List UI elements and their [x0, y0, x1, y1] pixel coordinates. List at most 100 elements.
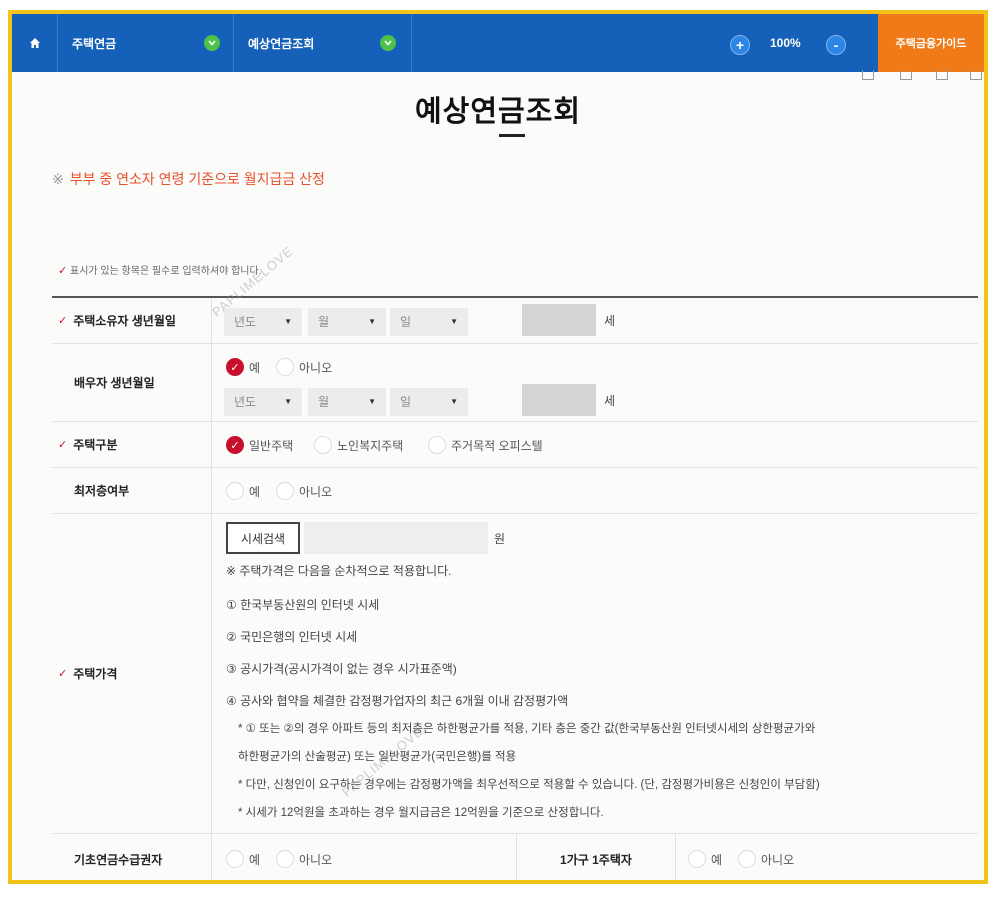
page-tools: [862, 70, 984, 84]
spouse-birth-label: 배우자 생년월일: [74, 376, 155, 390]
price-unit: 원: [494, 532, 506, 546]
notice-text: 부부 중 연소자 연령 기준으로 월지급금 산정: [69, 171, 325, 187]
radio-circle-icon: [226, 482, 244, 500]
link-icon[interactable]: [970, 70, 982, 80]
zoom-out-button[interactable]: -: [826, 35, 846, 55]
title-underline: [499, 134, 525, 137]
radio-circle-icon: [226, 850, 244, 868]
chevron-down-icon[interactable]: [204, 35, 220, 51]
spouse-day-select[interactable]: 일 ▼: [390, 388, 468, 416]
zoom-level: 100%: [770, 36, 801, 50]
spouse-month-select[interactable]: 월 ▼: [308, 388, 386, 416]
share-icon[interactable]: [900, 70, 912, 80]
lowest-floor-yes-radio[interactable]: 예: [226, 482, 260, 500]
owner-month-select[interactable]: 월 ▼: [308, 308, 386, 336]
top-nav-bar: 주택연금 예상연금조회 + 100% - 주택금융가이드: [12, 14, 984, 72]
one-house-label: 1가구 1주택자: [560, 852, 632, 867]
select-arrow-icon: ▼: [284, 317, 292, 326]
spouse-no-radio[interactable]: 아니오: [276, 358, 332, 376]
nav-menu-label: 주택연금: [72, 36, 117, 51]
row-owner-birth: ✓ 주택소유자 생년월일 년도 ▼ 월 ▼ 일 ▼ 세: [52, 298, 978, 344]
page-title: 예상연금조회: [414, 96, 582, 128]
nav-menu-housing-pension[interactable]: 주택연금: [58, 14, 234, 72]
radio-circle-icon: [276, 482, 294, 500]
radio-label: 일반주택: [249, 438, 294, 453]
spouse-yes-radio[interactable]: ✓ 예: [226, 358, 260, 376]
owner-day-select[interactable]: 일 ▼: [390, 308, 468, 336]
price-rule-line: ① 한국부동산원의 인터넷 시세: [226, 598, 380, 612]
house-price-input[interactable]: [304, 522, 488, 554]
check-icon: ✓: [58, 265, 68, 277]
checked-icon: ✓: [226, 436, 244, 454]
select-value: 년도: [234, 395, 257, 409]
spouse-age-field: [522, 384, 596, 416]
radio-label: 예: [249, 852, 261, 867]
row-basic-pension: 기초연금수급권자 예 아니오 1가구 1주택자 예 아니오: [52, 834, 978, 880]
one-house-yes-radio[interactable]: 예: [688, 850, 722, 868]
bookmark-icon[interactable]: [936, 70, 948, 80]
notice-line: ※ 부부 중 연소자 연령 기준으로 월지급금 산정: [52, 169, 325, 189]
select-arrow-icon: ▼: [284, 397, 292, 406]
row-label: 최저층여부: [52, 468, 212, 513]
owner-birth-label: 주택소유자 생년월일: [73, 314, 176, 328]
house-type-general-radio[interactable]: ✓ 일반주택: [226, 436, 293, 454]
radio-label: 예: [711, 852, 723, 867]
select-value: 월: [318, 395, 330, 409]
radio-circle-icon: [428, 436, 446, 454]
basic-pension-label: 기초연금수급권자: [74, 852, 163, 867]
home-icon: [29, 38, 40, 48]
print-icon[interactable]: [862, 70, 874, 80]
nav-menu-label: 예상연금조회: [248, 36, 315, 51]
lowest-floor-label: 최저층여부: [74, 484, 130, 498]
row-house-type: ✓ 주택구분 ✓ 일반주택 노인복지주택 주거목적 오피스텔: [52, 422, 978, 468]
select-arrow-icon: ▼: [450, 397, 458, 406]
row-label: ✓ 주택구분: [52, 422, 212, 467]
select-value: 월: [318, 315, 330, 329]
radio-label: 예: [249, 484, 261, 499]
owner-year-select[interactable]: 년도 ▼: [224, 308, 302, 336]
radio-label: 아니오: [299, 484, 333, 499]
checked-icon: ✓: [226, 358, 244, 376]
radio-label: 아니오: [299, 360, 333, 375]
spouse-year-select[interactable]: 년도 ▼: [224, 388, 302, 416]
select-arrow-icon: ▼: [450, 317, 458, 326]
basic-pension-yes-radio[interactable]: 예: [226, 850, 260, 868]
price-rule-subline: * 다만, 신청인이 요구하는 경우에는 감정평가액을 최우선적으로 적용할 수…: [238, 779, 820, 791]
age-unit: 세: [604, 314, 616, 328]
row-label: ✓ 주택가격: [52, 514, 212, 833]
radio-label: 주거목적 오피스텔: [451, 438, 543, 453]
house-price-label: 주택가격: [73, 667, 118, 681]
age-unit: 세: [604, 394, 616, 408]
house-type-elderly-radio[interactable]: 노인복지주택: [314, 436, 403, 454]
row-spouse-birth: 배우자 생년월일 ✓ 예 아니오 년도 ▼ 월 ▼ 일 ▼ 세: [52, 344, 978, 422]
radio-circle-icon: [314, 436, 332, 454]
radio-label: 아니오: [761, 852, 795, 867]
home-button[interactable]: [12, 14, 58, 72]
select-value: 일: [400, 315, 412, 329]
required-note: ✓ 표시가 있는 항목은 필수로 입력하셔야 합니다.: [58, 262, 261, 277]
radio-label: 아니오: [299, 852, 333, 867]
row-label: 기초연금수급권자: [52, 834, 212, 880]
price-rule-line: ③ 공시가격(공시가격이 없는 경우 시가표준액): [226, 662, 457, 676]
notice-mark: ※: [52, 171, 64, 187]
chevron-down-icon[interactable]: [380, 35, 396, 51]
housing-finance-guide-button[interactable]: 주택금융가이드: [878, 14, 984, 72]
radio-label: 예: [249, 360, 261, 375]
select-value: 년도: [234, 315, 257, 329]
select-value: 일: [400, 395, 412, 409]
owner-age-field: [522, 304, 596, 336]
basic-pension-no-radio[interactable]: 아니오: [276, 850, 332, 868]
required-check-icon: ✓: [58, 668, 68, 680]
row-lowest-floor: 최저층여부 예 아니오: [52, 468, 978, 514]
required-note-text: 표시가 있는 항목은 필수로 입력하셔야 합니다.: [70, 266, 262, 277]
required-check-icon: ✓: [58, 315, 68, 327]
house-type-officetel-radio[interactable]: 주거목적 오피스텔: [428, 436, 543, 454]
lowest-floor-no-radio[interactable]: 아니오: [276, 482, 332, 500]
nav-menu-expected-pension[interactable]: 예상연금조회: [234, 14, 412, 72]
one-house-no-radio[interactable]: 아니오: [738, 850, 794, 868]
price-search-button[interactable]: 시세검색: [226, 522, 300, 554]
zoom-in-button[interactable]: +: [730, 35, 750, 55]
price-rule-line: ④ 공사와 협약을 체결한 감정평가업자의 최근 6개월 이내 감정평가액: [226, 694, 569, 708]
select-arrow-icon: ▼: [368, 317, 376, 326]
radio-circle-icon: [738, 850, 756, 868]
